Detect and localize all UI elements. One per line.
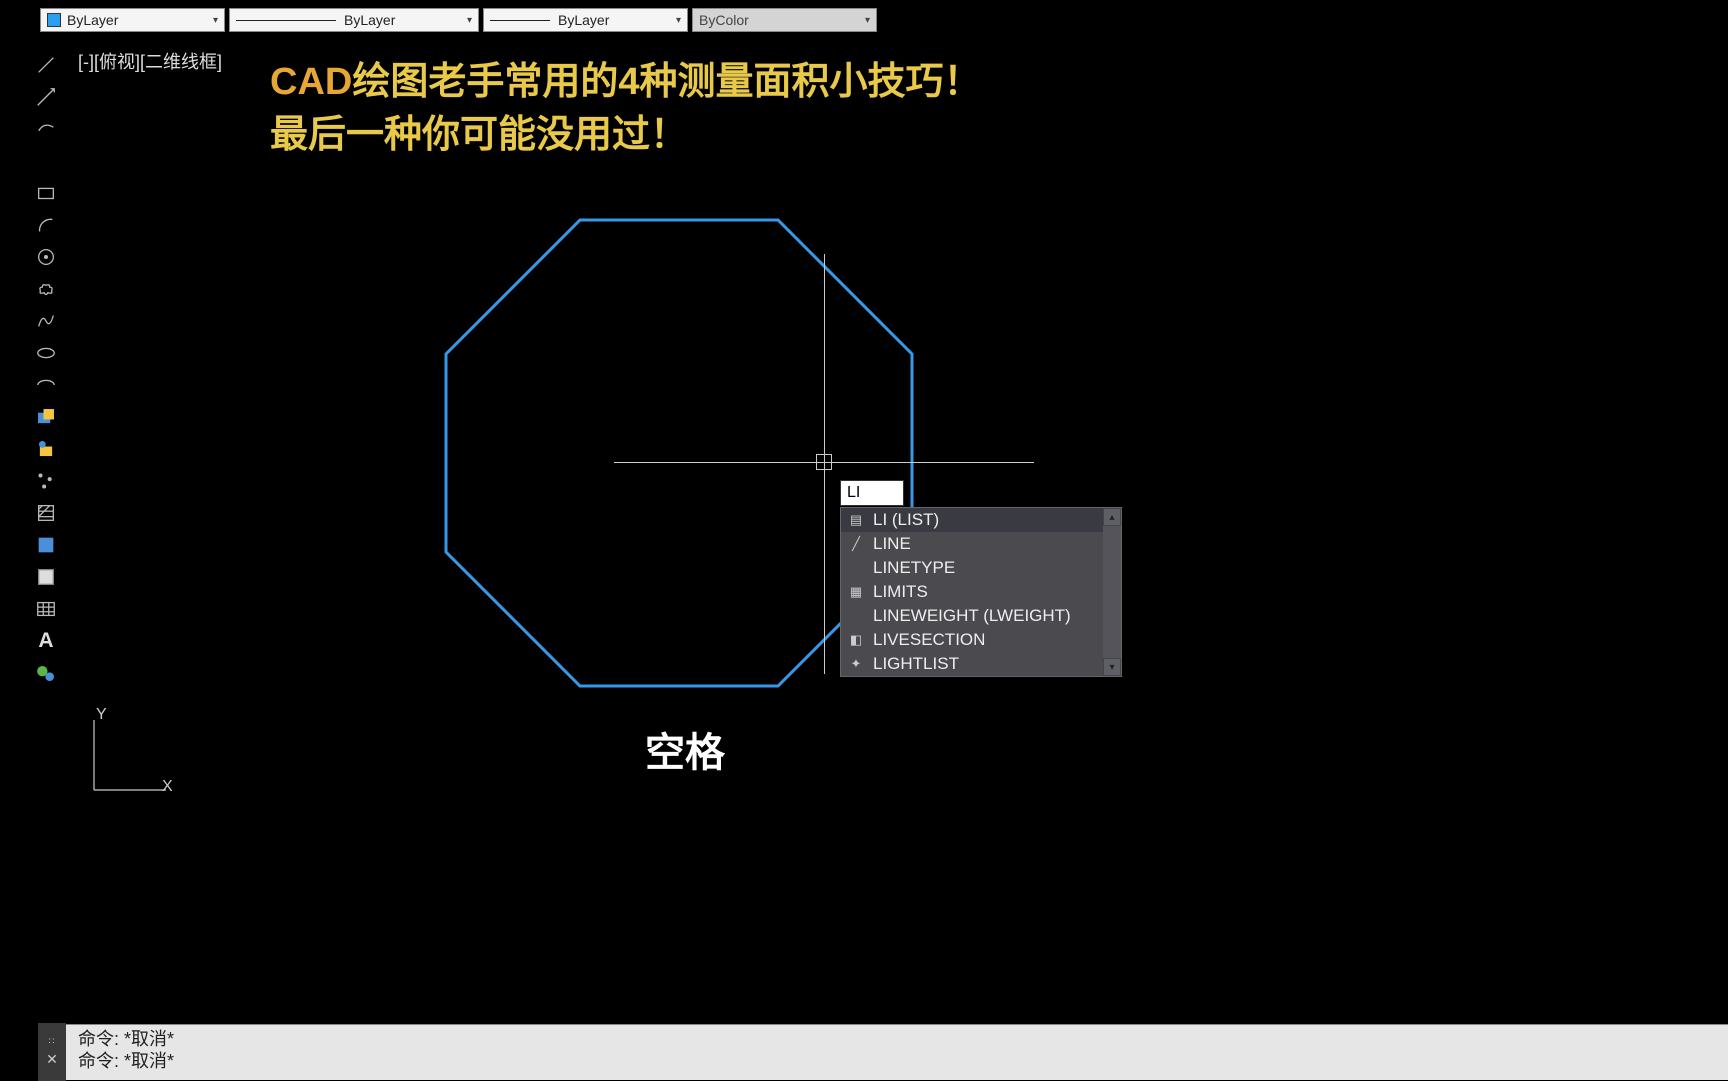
ucs-icon[interactable]: Y X	[84, 708, 184, 813]
chevron-down-icon: ▾	[676, 15, 681, 26]
section-icon: ◧	[847, 631, 865, 649]
ac-label: LIGHTLIST	[873, 654, 959, 674]
list-icon: ▤	[847, 511, 865, 529]
text-icon[interactable]: A	[32, 627, 60, 655]
autocomplete-item-lightlist[interactable]: ✦ LIGHTLIST	[841, 652, 1121, 676]
layer-color-label: ByLayer	[67, 12, 118, 28]
point-icon[interactable]	[32, 467, 60, 495]
grip-icon: ∷	[49, 1036, 56, 1047]
video-subtitle: 空格	[645, 720, 725, 778]
ac-label: LINETYPE	[873, 558, 955, 578]
scroll-down-icon[interactable]: ▾	[1103, 658, 1121, 676]
linetype-label: ByLayer	[344, 12, 395, 28]
autocomplete-item-linetype[interactable]: LINETYPE	[841, 556, 1121, 580]
spline-icon[interactable]	[32, 307, 60, 335]
plotstyle-select[interactable]: ByColor ▾	[692, 8, 877, 32]
crosshair-pickbox	[816, 454, 832, 470]
overlay-title: CAD绘图老手常用的4种测量面积小技巧！ 最后一种你可能没用过！	[270, 56, 981, 162]
command-line-panel[interactable]: ∷ ✕ 命令: *取消* 命令: *取消*	[38, 1024, 1728, 1080]
autocomplete-item-lineweight[interactable]: LINEWEIGHT (LWEIGHT)	[841, 604, 1121, 628]
line-icon: ╱	[847, 535, 865, 553]
hatch-icon[interactable]	[32, 499, 60, 527]
title-line2: 最后一种你可能没用过！	[270, 109, 981, 162]
circle-icon[interactable]	[32, 243, 60, 271]
autocomplete-item-limits[interactable]: ▦ LIMITS	[841, 580, 1121, 604]
autocomplete-item-li[interactable]: ▤ LI (LIST)	[841, 508, 1121, 532]
ucs-y-label: Y	[96, 706, 107, 724]
title-prefix: CAD	[270, 61, 352, 103]
region-icon[interactable]	[32, 563, 60, 591]
title-line1: 绘图老手常用的4种测量面积小技巧！	[352, 61, 981, 103]
polygon-icon[interactable]	[32, 147, 60, 175]
chevron-down-icon: ▾	[467, 15, 472, 26]
property-bar: ByLayer ▾ ByLayer ▾ ByLayer ▾ ByColor ▾	[40, 8, 877, 32]
dynamic-input[interactable]	[840, 480, 904, 506]
construction-line-icon[interactable]	[32, 83, 60, 111]
command-history: 命令: *取消* 命令: *取消*	[38, 1025, 1728, 1072]
grid-icon: ▦	[847, 583, 865, 601]
arc-icon[interactable]	[32, 211, 60, 239]
linetype-select[interactable]: ByLayer ▾	[229, 8, 479, 32]
scroll-up-icon[interactable]: ▴	[1103, 508, 1121, 526]
command-autocomplete[interactable]: ▤ LI (LIST) ╱ LINE LINETYPE ▦ LIMITS LIN…	[840, 507, 1122, 677]
ac-label: LIMITS	[873, 582, 928, 602]
ellipse-icon[interactable]	[32, 339, 60, 367]
viewport-label[interactable]: [-][俯视][二维线框]	[78, 48, 222, 74]
plotstyle-label: ByColor	[699, 12, 749, 28]
revision-cloud-icon[interactable]	[32, 275, 60, 303]
draw-toolbar: A	[32, 45, 68, 687]
cmd-line-1: 命令: *取消*	[78, 1029, 1728, 1051]
ac-label: LI (LIST)	[873, 510, 939, 530]
window-left-border	[0, 0, 28, 1080]
blank-icon	[847, 559, 865, 577]
ac-label: LINEWEIGHT (LWEIGHT)	[873, 606, 1071, 626]
linetype-preview-icon	[236, 20, 336, 21]
chevron-down-icon: ▾	[213, 15, 218, 26]
window-right-border	[1394, 0, 1728, 1080]
rectangle-icon[interactable]	[32, 179, 60, 207]
close-icon[interactable]: ✕	[46, 1051, 58, 1068]
layer-color-select[interactable]: ByLayer ▾	[40, 8, 225, 32]
ucs-x-label: X	[162, 778, 173, 796]
table-icon[interactable]	[32, 595, 60, 623]
ellipse-arc-icon[interactable]	[32, 371, 60, 399]
add-selected-icon[interactable]	[32, 659, 60, 687]
ac-label: LIVESECTION	[873, 630, 985, 650]
ac-label: LINE	[873, 534, 911, 554]
light-icon: ✦	[847, 655, 865, 673]
line-icon[interactable]	[32, 51, 60, 79]
autocomplete-scrollbar[interactable]: ▴ ▾	[1103, 508, 1121, 676]
lineweight-label: ByLayer	[558, 12, 609, 28]
autocomplete-item-line[interactable]: ╱ LINE	[841, 532, 1121, 556]
chevron-down-icon: ▾	[865, 15, 870, 26]
blank-icon	[847, 607, 865, 625]
polyline-icon[interactable]	[32, 115, 60, 143]
autocomplete-item-livesection[interactable]: ◧ LIVESECTION	[841, 628, 1121, 652]
cmd-line-2: 命令: *取消*	[78, 1051, 1728, 1073]
make-block-icon[interactable]	[32, 435, 60, 463]
gradient-icon[interactable]	[32, 531, 60, 559]
color-swatch-icon	[47, 13, 61, 27]
lineweight-preview-icon	[490, 20, 550, 21]
insert-block-icon[interactable]	[32, 403, 60, 431]
command-line-handle[interactable]: ∷ ✕	[38, 1023, 66, 1081]
lineweight-select[interactable]: ByLayer ▾	[483, 8, 688, 32]
